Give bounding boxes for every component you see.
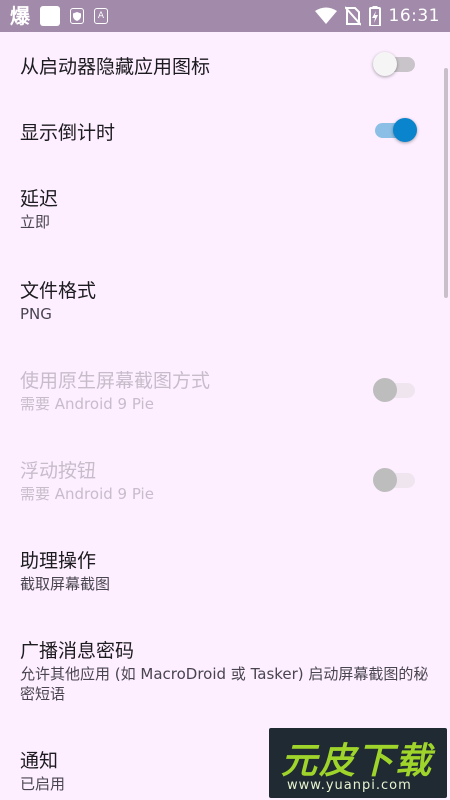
setting-title: 通知 xyxy=(20,750,59,772)
switch-thumb xyxy=(373,52,397,76)
setting-delay[interactable]: 延迟 立即 xyxy=(0,172,450,262)
setting-title: 助理操作 xyxy=(20,550,97,572)
notification-square-icon xyxy=(40,6,60,26)
status-bar-right: 16:31 xyxy=(314,6,441,26)
setting-title: 显示倒计时 xyxy=(20,122,116,144)
watermark-brand: 元皮下载 xyxy=(281,741,434,782)
switch-thumb xyxy=(393,118,417,142)
setting-file-format[interactable]: 文件格式 PNG xyxy=(0,262,450,352)
setting-summary: 需要 Android 9 Pie xyxy=(20,485,154,503)
native-screenshot-switch xyxy=(373,374,417,406)
setting-summary: PNG xyxy=(20,305,52,323)
watermark-logo: 元皮下载 www.yuanpi.com xyxy=(269,728,447,798)
settings-list: 从启动器隐藏应用图标 显示倒计时 延迟 立即 文件格式 PNG 使用原生屏幕截图… xyxy=(0,32,450,800)
setting-native-screenshot: 使用原生屏幕截图方式 需要 Android 9 Pie xyxy=(0,352,450,442)
wifi-icon xyxy=(314,7,337,24)
switch-thumb xyxy=(373,468,397,492)
setting-assist-action[interactable]: 助理操作 截取屏幕截图 xyxy=(0,532,450,622)
setting-hide-launcher-icon[interactable]: 从启动器隐藏应用图标 xyxy=(0,32,450,98)
shield-icon xyxy=(70,8,84,24)
scrollbar[interactable] xyxy=(444,68,448,298)
a-badge-icon: A xyxy=(94,8,108,24)
setting-summary: 立即 xyxy=(20,213,51,231)
setting-broadcast-password[interactable]: 广播消息密码 允许其他应用 (如 MacroDroid 或 Tasker) 启动… xyxy=(0,622,450,732)
setting-summary: 截取屏幕截图 xyxy=(20,575,111,593)
setting-title: 广播消息密码 xyxy=(20,640,135,662)
battery-charging-icon xyxy=(368,6,381,26)
setting-summary: 允许其他应用 (如 MacroDroid 或 Tasker) 启动屏幕截图的秘密… xyxy=(20,665,429,703)
hide-icon-switch[interactable] xyxy=(373,48,417,80)
setting-title: 从启动器隐藏应用图标 xyxy=(20,56,211,78)
setting-floating-button: 浮动按钮 需要 Android 9 Pie xyxy=(0,442,450,532)
clock-time: 16:31 xyxy=(388,6,440,26)
app-notification-icon: 爆 xyxy=(10,4,30,28)
watermark-url: www.yuanpi.com xyxy=(287,778,412,793)
setting-show-countdown[interactable]: 显示倒计时 xyxy=(0,98,450,164)
status-bar: 爆 A 16:31 xyxy=(0,0,450,32)
countdown-switch[interactable] xyxy=(373,114,417,146)
status-bar-left: 爆 A xyxy=(10,6,108,26)
setting-title: 浮动按钮 xyxy=(20,460,97,482)
setting-title: 延迟 xyxy=(20,188,59,210)
no-sim-icon xyxy=(344,6,361,26)
switch-thumb xyxy=(373,378,397,402)
floating-button-switch xyxy=(373,464,417,496)
setting-title: 文件格式 xyxy=(20,280,97,302)
setting-title: 使用原生屏幕截图方式 xyxy=(20,370,211,392)
setting-summary: 需要 Android 9 Pie xyxy=(20,395,154,413)
